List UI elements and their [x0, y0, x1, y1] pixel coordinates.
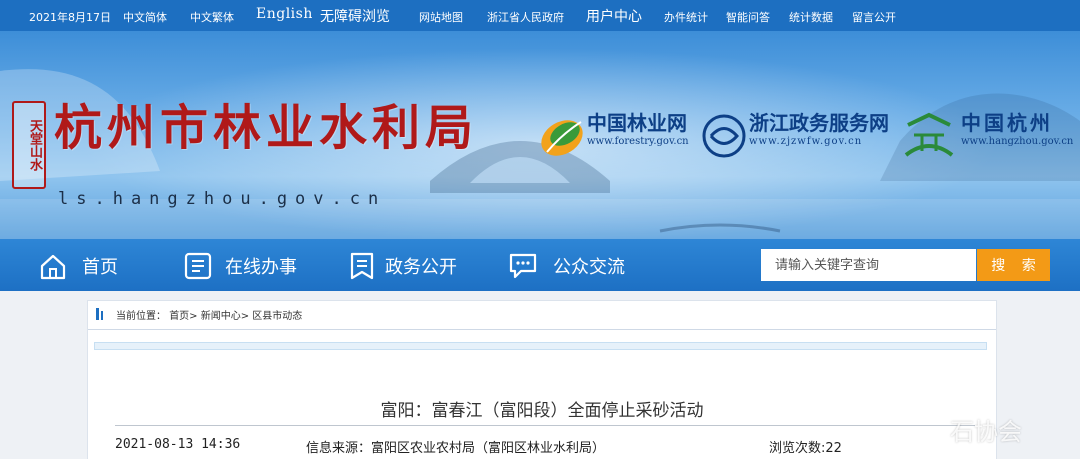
- link-service-statistics[interactable]: 办件统计: [664, 9, 708, 25]
- link-statistics-data[interactable]: 统计数据: [789, 9, 833, 25]
- article-container: 当前位置： 首页> 新闻中心> 区县市动态 富阳：富春江（富阳段）全面停止采砂活…: [87, 300, 997, 459]
- partner-url: www.zjzwfw.gov.cn: [749, 136, 863, 147]
- partner-link-forestry[interactable]: 中国林业网 www.forestry.gov.cn: [587, 111, 689, 149]
- hangzhou-pavilion-icon: [904, 112, 954, 157]
- top-utility-bar: 2021年8月17日 中文简体 中文繁体 English 无障碍浏览 网站地图 …: [0, 0, 1080, 31]
- title-underline: [115, 425, 975, 426]
- partner-link-hangzhou[interactable]: 中国杭州 www.hangzhou.gov.cn: [961, 111, 1073, 149]
- nav-label: 在线办事: [225, 257, 297, 278]
- link-english[interactable]: English: [256, 6, 313, 22]
- partner-name: 中国林业网: [587, 111, 687, 135]
- header-banner: 天堂山水 杭州市林业水利局 ls.hangzhou.gov.cn 中国林业网 w…: [0, 31, 1080, 239]
- home-icon: [40, 254, 66, 280]
- breadcrumb-path[interactable]: 首页> 新闻中心> 区县市动态: [169, 311, 302, 322]
- location-marker-icon: [96, 308, 99, 320]
- breadcrumb-prefix: 当前位置：: [116, 311, 166, 322]
- article-date: 2021-08-13 14:36: [115, 437, 241, 452]
- partner-link-zjzwfw[interactable]: 浙江政务服务网 www.zjzwfw.gov.cn: [749, 111, 889, 149]
- logo-seal: 天堂山水: [12, 101, 46, 189]
- link-simplified-chinese[interactable]: 中文简体: [123, 9, 167, 25]
- article-views: 浏览次数:22: [769, 441, 842, 456]
- zhejiang-service-swirl-icon: [702, 114, 746, 158]
- site-title[interactable]: 杭州市林业水利局: [54, 98, 478, 158]
- link-traditional-chinese[interactable]: 中文繁体: [190, 9, 234, 25]
- chat-bubble-icon: [509, 253, 537, 279]
- link-smart-qa[interactable]: 智能问答: [726, 9, 770, 25]
- nav-label: 政务公开: [385, 257, 457, 278]
- document-list-icon: [184, 252, 212, 280]
- search-input[interactable]: [761, 249, 976, 281]
- article-title: 富阳：富春江（富阳段）全面停止采砂活动: [380, 401, 704, 421]
- search-button[interactable]: 搜 索: [977, 249, 1050, 281]
- nav-item-home[interactable]: 首页: [38, 239, 138, 291]
- forestry-leaf-icon: [541, 120, 583, 156]
- breadcrumb-text: 当前位置： 首页> 新闻中心> 区县市动态: [116, 310, 302, 324]
- article-source: 信息来源：富阳区农业农村局（富阳区林业水利局）: [306, 441, 606, 456]
- link-accessibility[interactable]: 无障碍浏览: [320, 6, 390, 26]
- nav-label: 首页: [82, 257, 118, 278]
- link-user-center[interactable]: 用户中心: [586, 6, 642, 26]
- bookmark-icon: [350, 252, 374, 280]
- location-marker-icon-accent: [101, 311, 103, 320]
- link-public-messages[interactable]: 留言公开: [852, 9, 896, 25]
- link-sitemap[interactable]: 网站地图: [419, 9, 463, 25]
- partner-name: 中国杭州: [961, 111, 1053, 135]
- divider: [88, 329, 996, 330]
- decorative-stripe: [94, 342, 987, 350]
- partner-url: www.forestry.gov.cn: [587, 136, 689, 147]
- link-provincial-government[interactable]: 浙江省人民政府: [487, 9, 564, 25]
- nav-label: 公众交流: [553, 257, 625, 278]
- site-domain: ls.hangzhou.gov.cn: [58, 189, 387, 209]
- nav-item-government-affairs[interactable]: 政务公开: [347, 239, 477, 291]
- current-date: 2021年8月17日: [29, 11, 111, 24]
- partner-name: 浙江政务服务网: [749, 111, 889, 135]
- partner-url: www.hangzhou.gov.cn: [961, 136, 1074, 147]
- nav-item-public-communication[interactable]: 公众交流: [508, 239, 638, 291]
- nav-item-online-services[interactable]: 在线办事: [183, 239, 313, 291]
